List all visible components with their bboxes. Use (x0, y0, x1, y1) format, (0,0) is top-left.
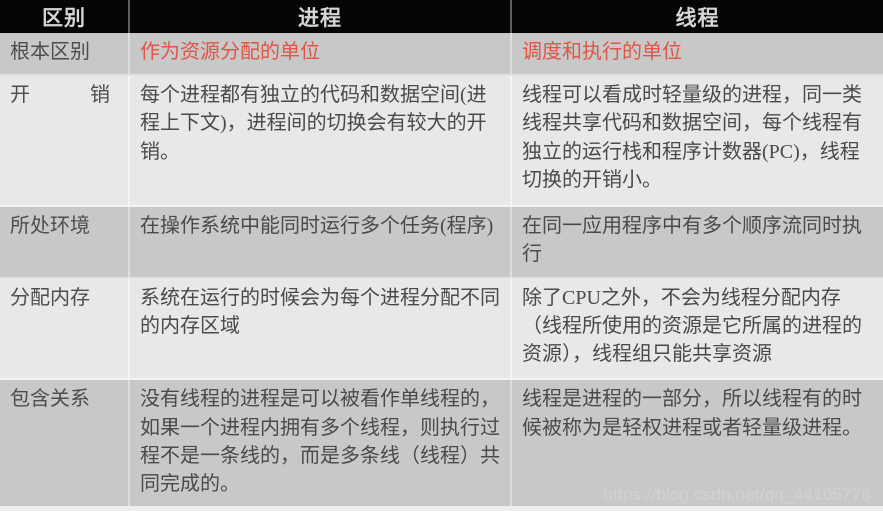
bottom-edge-strip (0, 506, 883, 511)
header-row: 区别 进程 线程 (0, 0, 883, 33)
column-header-category: 区别 (0, 0, 130, 33)
cell-process-kai-xiao: 每个进程都有独立的代码和数据空间(进程上下文)，进程间的切换会有较大的开销。 (129, 74, 512, 207)
column-header-process: 进程 (129, 0, 512, 33)
row-key-gen-ben-qu-bie: 根本区别 (0, 33, 130, 76)
cell-thread-bao-han-guan-xi: 线程是进程的一部分，所以线程有的时候被称为是轻权进程或者轻量级进程。 (511, 379, 883, 511)
row-key-label: 开销 (10, 83, 110, 106)
row-key-kai-xiao: 开销 (0, 74, 130, 207)
row-key-fen-pei-nei-cun: 分配内存 (0, 277, 130, 381)
cell-thread-fen-pei-nei-cun: 除了CPU之外，不会为线程分配内存（线程所使用的资源是它所属的进程的资源），线程… (511, 277, 883, 381)
comparison-table-screenshot: 区别 进程 线程 根本区别 作为资源分配的单位 调度和执行的单位 开销 每个进程… (0, 0, 883, 511)
table-body: 根本区别 作为资源分配的单位 调度和执行的单位 开销 每个进程都有独立的代码和数… (0, 33, 883, 511)
cell-process-fen-pei-nei-cun: 系统在运行的时候会为每个进程分配不同的内存区域 (129, 277, 512, 381)
cell-process-suo-chu-huan-jing: 在操作系统中能同时运行多个任务(程序) (129, 205, 512, 279)
table-row: 开销 每个进程都有独立的代码和数据空间(进程上下文)，进程间的切换会有较大的开销… (0, 74, 883, 207)
row-key-suo-chu-huan-jing: 所处环境 (0, 205, 130, 279)
table-row: 所处环境 在操作系统中能同时运行多个任务(程序) 在同一应用程序中有多个顺序流同… (0, 205, 883, 279)
cell-process-bao-han-guan-xi: 没有线程的进程是可以被看作单线程的，如果一个进程内拥有多个线程，则执行过程不是一… (129, 379, 512, 511)
process-vs-thread-table: 区别 进程 线程 根本区别 作为资源分配的单位 调度和执行的单位 开销 每个进程… (0, 0, 883, 511)
table-row: 分配内存 系统在运行的时候会为每个进程分配不同的内存区域 除了CPU之外，不会为… (0, 277, 883, 381)
column-header-thread: 线程 (511, 0, 883, 33)
table-row: 包含关系 没有线程的进程是可以被看作单线程的，如果一个进程内拥有多个线程，则执行… (0, 379, 883, 511)
cell-thread-kai-xiao: 线程可以看成时轻量级的进程，同一类线程共享代码和数据空间，每个线程有独立的运行栈… (511, 74, 883, 207)
cell-process-gen-ben-qu-bie: 作为资源分配的单位 (129, 33, 512, 76)
table-row: 根本区别 作为资源分配的单位 调度和执行的单位 (0, 33, 883, 76)
table-header: 区别 进程 线程 (0, 0, 883, 33)
cell-thread-suo-chu-huan-jing: 在同一应用程序中有多个顺序流同时执行 (511, 205, 883, 279)
cell-thread-gen-ben-qu-bie: 调度和执行的单位 (511, 33, 883, 76)
row-key-bao-han-guan-xi: 包含关系 (0, 379, 130, 511)
